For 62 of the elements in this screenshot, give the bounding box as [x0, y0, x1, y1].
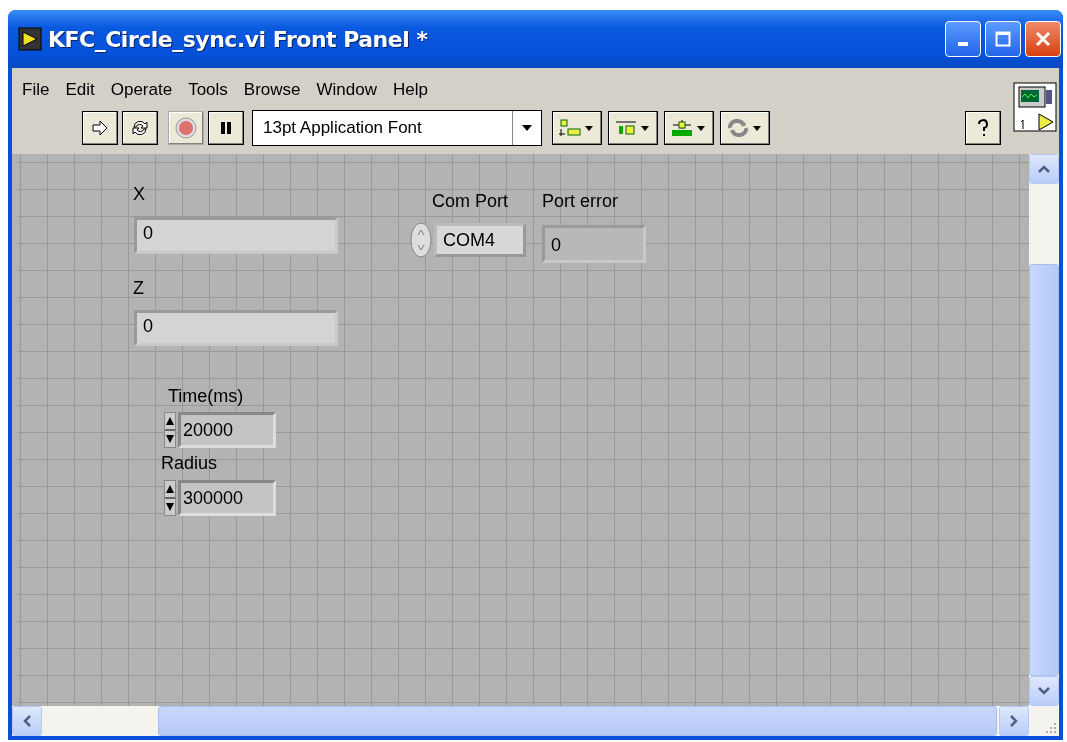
close-icon: [1035, 31, 1051, 47]
menu-item[interactable]: Browse: [243, 80, 301, 100]
scroll-thumb[interactable]: [1029, 264, 1059, 676]
increment-arrows-icon[interactable]: [164, 480, 176, 516]
reorder-arrows-icon: [726, 118, 764, 138]
control-label: Com Port: [432, 191, 509, 212]
scroll-thumb[interactable]: [158, 706, 997, 736]
numeric-control[interactable]: 300000: [178, 480, 276, 516]
scroll-left-button[interactable]: [12, 706, 42, 736]
reorder-button[interactable]: [720, 111, 770, 145]
cycle-arrows-icon: [130, 118, 150, 138]
help-button[interactable]: [965, 111, 1001, 145]
minimize-icon: [958, 42, 968, 46]
control-label: Radius: [161, 453, 218, 474]
abort-button[interactable]: [168, 111, 204, 145]
scroll-right-button[interactable]: [999, 706, 1029, 736]
control-label: X: [133, 184, 145, 205]
dropdown-arrow-icon: [522, 125, 532, 131]
resize-button[interactable]: [664, 111, 714, 145]
run-continuously-button[interactable]: [122, 111, 158, 145]
distribute-button[interactable]: [608, 111, 658, 145]
align-objects-icon: [558, 118, 596, 138]
menu-item[interactable]: Operate: [110, 80, 173, 100]
run-button[interactable]: [82, 111, 118, 145]
control-label: Port error: [542, 191, 619, 212]
vertical-scrollbar[interactable]: [1029, 154, 1059, 706]
numeric-indicator: 0: [134, 217, 338, 254]
menu-item[interactable]: File: [22, 80, 50, 100]
scroll-up-button[interactable]: [1029, 154, 1059, 184]
pause-button[interactable]: [208, 111, 244, 145]
maximize-icon: [995, 31, 1011, 47]
chevron-up-icon: [1037, 164, 1051, 174]
horizontal-scrollbar[interactable]: [12, 706, 1029, 736]
window-title: KFC_Circle_sync.vi Front Panel *: [48, 26, 429, 52]
minimize-button[interactable]: [945, 21, 981, 57]
menu-item[interactable]: Tools: [188, 80, 228, 100]
pause-icon: [218, 120, 234, 136]
resize-objects-icon: [670, 118, 708, 138]
control-label: Z: [133, 278, 144, 299]
distribute-objects-icon: [614, 118, 652, 138]
control-label: Time(ms): [168, 386, 244, 407]
arrow-icon: [90, 118, 110, 138]
stop-icon: [175, 117, 197, 139]
numeric-indicator: 0: [134, 310, 338, 346]
menu-item[interactable]: Edit: [65, 80, 95, 100]
ring-arrows-icon[interactable]: [410, 222, 432, 258]
numeric-indicator: 0: [542, 225, 646, 263]
numeric-control[interactable]: 20000: [178, 412, 276, 448]
scroll-down-button[interactable]: [1029, 676, 1059, 706]
increment-arrows-icon[interactable]: [164, 412, 176, 448]
align-button[interactable]: [552, 111, 602, 145]
close-button[interactable]: [1025, 21, 1061, 57]
font-dropdown[interactable]: 13pt Application Font: [252, 110, 542, 146]
chevron-down-icon: [1037, 686, 1051, 696]
ring-control[interactable]: COM4: [434, 223, 526, 257]
maximize-button[interactable]: [985, 21, 1021, 57]
chevron-right-icon: [1009, 714, 1019, 728]
menu-item[interactable]: Help: [393, 80, 428, 100]
resize-grip-icon: [1043, 720, 1057, 734]
question-mark-icon: [975, 117, 991, 139]
chevron-left-icon: [22, 714, 32, 728]
menu-item[interactable]: Window: [316, 80, 377, 100]
